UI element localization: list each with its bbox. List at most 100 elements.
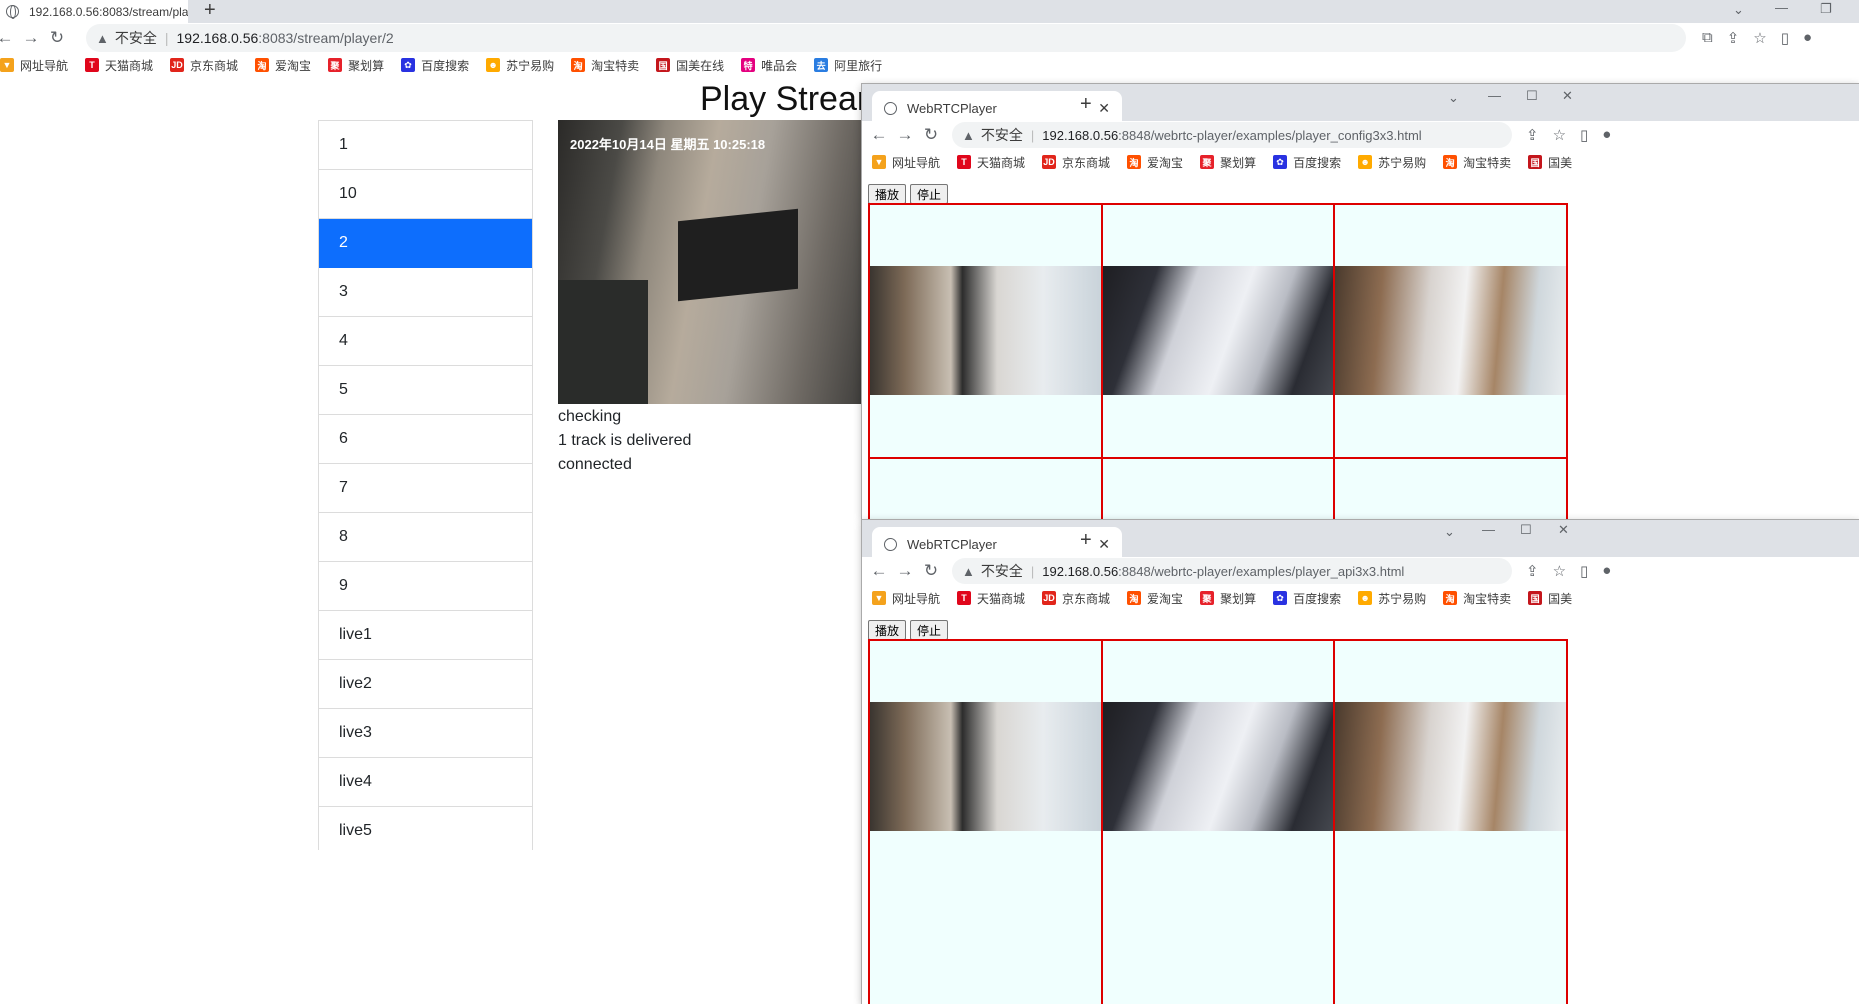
stream-list-item[interactable]: live3	[319, 709, 532, 758]
bookmark-item[interactable]: ☻ 苏宁易购	[1358, 590, 1426, 607]
bookmark-item[interactable]: ▼ 网址导航	[872, 154, 940, 171]
stream-list-item[interactable]: 10	[319, 170, 532, 219]
bookmark-item[interactable]: JD 京东商城	[1042, 590, 1110, 607]
bookmark-item[interactable]: 淘淘宝特卖	[1443, 590, 1511, 607]
stream-list-item[interactable]: 9	[319, 562, 532, 611]
bookmark-item[interactable]: 淘淘宝特卖	[571, 57, 639, 74]
bookmark-item[interactable]: T 天猫商城	[957, 154, 1025, 171]
back-arrow-icon[interactable]: ←	[866, 561, 892, 581]
bookmark-item[interactable]: ✿ 百度搜索	[1273, 154, 1341, 171]
maximize-button[interactable]: ☐	[1520, 522, 1532, 538]
stream-list-item[interactable]: 1	[319, 121, 532, 170]
sidepanel-icon[interactable]: ▯	[1781, 29, 1789, 47]
close-tab-icon[interactable]: ✕	[1098, 100, 1110, 117]
back-arrow-icon[interactable]: ←	[866, 125, 892, 145]
translate-icon[interactable]: ⧉	[1702, 29, 1713, 47]
video-cell[interactable]	[1101, 204, 1335, 458]
address-bar[interactable]: ▲ 不安全 | 192.168.0.56:8083/stream/player/…	[86, 24, 1686, 52]
tab-search-icon[interactable]: ⌄	[1444, 524, 1455, 540]
address-bar[interactable]: ▲ 不安全 | 192.168.0.56:8848/webrtc-player/…	[952, 558, 1512, 584]
close-window-button[interactable]: ✕	[1558, 522, 1569, 538]
stream-list-item[interactable]: 7	[319, 464, 532, 513]
bookmark-item[interactable]: 聚聚划算	[328, 57, 384, 74]
stream-list-item[interactable]: live2	[319, 660, 532, 709]
stream-list-item[interactable]: 5	[319, 366, 532, 415]
bookmark-item[interactable]: JD 京东商城	[1042, 154, 1110, 171]
bookmark-item[interactable]: 聚聚划算	[1200, 590, 1256, 607]
new-tab-button[interactable]: +	[1080, 530, 1092, 550]
bookmark-item[interactable]: 淘爱淘宝	[1127, 154, 1183, 171]
bookmark-item[interactable]: T 天猫商城	[957, 590, 1025, 607]
tab-search-icon[interactable]: ⌄	[1733, 2, 1744, 18]
video-cell[interactable]	[1101, 640, 1335, 1004]
bookmark-item[interactable]: ▼ 网址导航	[0, 57, 68, 74]
bookmark-item[interactable]: 聚聚划算	[1200, 154, 1256, 171]
back-arrow-icon[interactable]: ←	[0, 28, 18, 48]
reload-icon[interactable]: ↻	[44, 28, 70, 48]
new-tab-button[interactable]: +	[1080, 94, 1092, 114]
sidepanel-icon[interactable]: ▯	[1580, 562, 1588, 580]
video-cell[interactable]	[869, 204, 1102, 458]
restore-button[interactable]: ❐	[1820, 1, 1832, 17]
stream-list-item[interactable]: 2	[319, 219, 532, 268]
video-cell[interactable]	[869, 458, 1102, 519]
tab-search-icon[interactable]: ⌄	[1448, 90, 1459, 106]
bookmark-item[interactable]: 国国美在线	[1528, 154, 1572, 171]
bookmark-item[interactable]: T 天猫商城	[85, 57, 153, 74]
video-cell[interactable]	[1334, 204, 1567, 458]
minimize-button[interactable]: —	[1482, 522, 1495, 537]
stream-list-item[interactable]: live5	[319, 807, 532, 850]
forward-arrow-icon[interactable]: →	[892, 125, 918, 145]
play-button[interactable]: 播放	[868, 184, 907, 204]
close-tab-icon[interactable]: ✕	[1098, 536, 1110, 553]
share-icon[interactable]: ⇪	[1727, 29, 1740, 47]
bookmark-item[interactable]: JD 京东商城	[170, 57, 238, 74]
bookmark-item[interactable]: ☻ 苏宁易购	[1358, 154, 1426, 171]
stream-list-item[interactable]: 6	[319, 415, 532, 464]
stream-list-item[interactable]: 8	[319, 513, 532, 562]
share-icon[interactable]: ⇪	[1526, 126, 1539, 144]
forward-arrow-icon[interactable]: →	[18, 28, 44, 48]
stop-button[interactable]: 停止	[910, 620, 949, 640]
bookmark-item[interactable]: 淘爱淘宝	[255, 57, 311, 74]
stop-button[interactable]: 停止	[910, 184, 949, 204]
video-cell[interactable]	[1101, 458, 1335, 519]
play-button[interactable]: 播放	[868, 620, 907, 640]
star-icon[interactable]: ☆	[1553, 126, 1566, 144]
minimize-button[interactable]: —	[1488, 88, 1501, 103]
reload-icon[interactable]: ↻	[918, 125, 944, 145]
address-bar[interactable]: ▲ 不安全 | 192.168.0.56:8848/webrtc-player/…	[952, 122, 1512, 148]
close-window-button[interactable]: ✕	[1562, 88, 1573, 104]
minimize-button[interactable]: —	[1775, 0, 1788, 15]
bookmark-item[interactable]: ☻ 苏宁易购	[486, 57, 554, 74]
bookmark-item[interactable]: ✿ 百度搜索	[1273, 590, 1341, 607]
main-browser-tab[interactable]: 192.168.0.56:8083/stream/pla ✕	[0, 0, 188, 23]
profile-icon[interactable]: ●	[1602, 562, 1611, 580]
share-icon[interactable]: ⇪	[1526, 562, 1539, 580]
new-tab-button[interactable]: +	[204, 0, 216, 20]
stream-list-item[interactable]: 3	[319, 268, 532, 317]
bookmark-item[interactable]: 国国美在线	[656, 57, 724, 74]
video-cell[interactable]	[869, 640, 1102, 1004]
video-player[interactable]: 2022年10月14日 星期五 10:25:18	[558, 120, 868, 404]
video-cell[interactable]	[1334, 458, 1567, 519]
bookmark-item[interactable]: 淘爱淘宝	[1127, 590, 1183, 607]
profile-icon[interactable]: ●	[1803, 29, 1812, 47]
bookmark-item[interactable]: ✿ 百度搜索	[401, 57, 469, 74]
bookmark-item[interactable]: 特唯品会	[741, 57, 797, 74]
reload-icon[interactable]: ↻	[918, 561, 944, 581]
bookmark-item[interactable]: 去阿里旅行	[814, 57, 882, 74]
bookmark-item[interactable]: ▼ 网址导航	[872, 590, 940, 607]
maximize-button[interactable]: ☐	[1526, 88, 1538, 104]
bookmark-item[interactable]: 淘淘宝特卖	[1443, 154, 1511, 171]
video-cell[interactable]	[1334, 640, 1567, 1004]
star-icon[interactable]: ☆	[1553, 562, 1566, 580]
forward-arrow-icon[interactable]: →	[892, 561, 918, 581]
sidepanel-icon[interactable]: ▯	[1580, 126, 1588, 144]
stream-list-item[interactable]: live4	[319, 758, 532, 807]
bookmark-item[interactable]: 国国美在线	[1528, 590, 1572, 607]
profile-icon[interactable]: ●	[1602, 126, 1611, 144]
stream-list-item[interactable]: 4	[319, 317, 532, 366]
star-icon[interactable]: ☆	[1753, 29, 1766, 47]
stream-list-item[interactable]: live1	[319, 611, 532, 660]
